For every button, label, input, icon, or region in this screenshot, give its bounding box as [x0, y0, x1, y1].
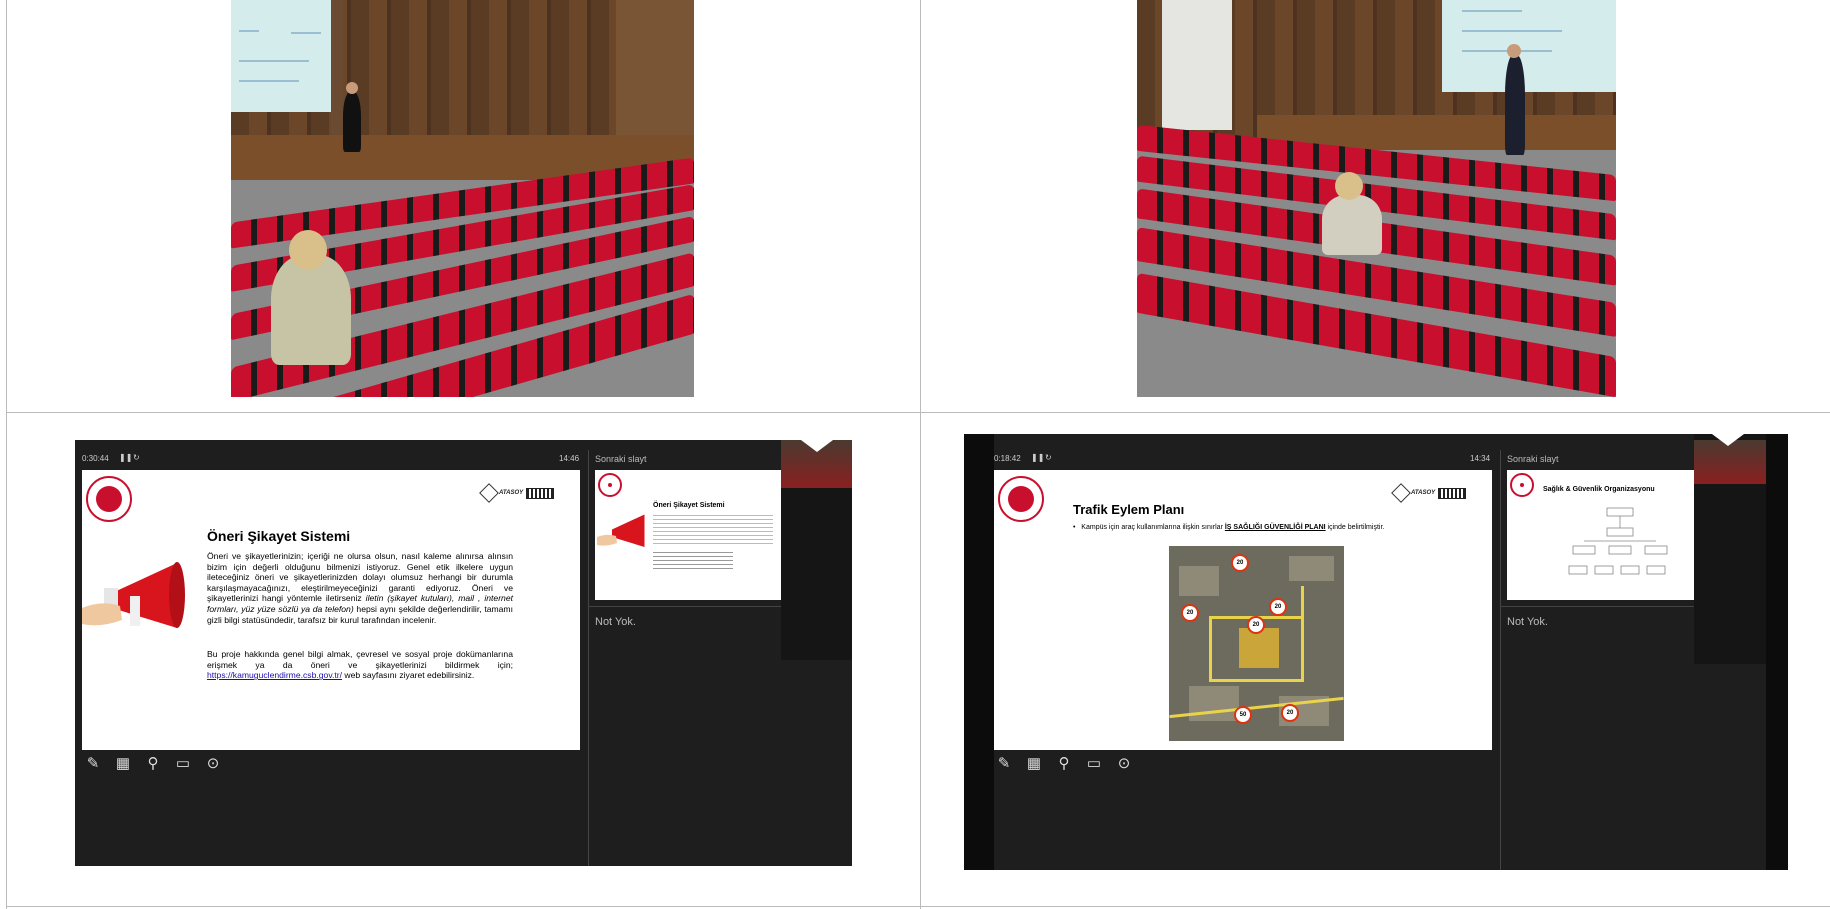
presenter-view-2: 0:18:42 ❚❚ ↻ 14:34 ATASOY Trafik Eylem P… [964, 434, 1788, 870]
megaphone-image [82, 562, 185, 628]
camera-feed [1694, 440, 1766, 484]
reset-timer-icon[interactable]: ↻ [1045, 453, 1052, 462]
clock: 14:34 [1470, 454, 1491, 463]
speaker-notes: Not Yok. [595, 616, 636, 628]
slide-paragraph-1: Öneri ve şikayetlerinizin; içeriği ne ol… [207, 551, 513, 625]
pen-icon[interactable]: ✎ [83, 754, 103, 774]
slides-grid-icon[interactable]: ▦ [113, 754, 133, 774]
screen-icon[interactable]: ▭ [1084, 754, 1104, 774]
more-options-icon[interactable]: ⊙ [1114, 754, 1134, 774]
brand-logo: ATASOY [479, 483, 555, 503]
pause-icon[interactable]: ❚❚ [1031, 453, 1044, 462]
speed-limit-sign: 20 [1247, 616, 1265, 634]
speed-limit-sign: 20 [1231, 554, 1249, 572]
more-options-icon[interactable]: ⊙ [203, 754, 223, 774]
speed-limit-sign: 20 [1281, 704, 1299, 722]
ministry-seal-logo [998, 476, 1044, 522]
next-slide-label: Sonraki slayt [1507, 454, 1559, 464]
brand-logo: ATASOY [1391, 483, 1467, 503]
speed-limit-sign: 50 [1234, 706, 1252, 724]
campus-traffic-map: 20 20 20 20 50 20 [1169, 546, 1344, 741]
seminar-photo-1 [231, 0, 694, 397]
elapsed-timer: 0:30:44 [82, 454, 109, 463]
speed-limit-sign: 20 [1181, 604, 1199, 622]
next-slide-label: Sonraki slayt [595, 454, 647, 464]
project-website-link[interactable]: https://kamuguclendirme.csb.gov.tr/ [207, 670, 342, 680]
pen-icon[interactable]: ✎ [994, 754, 1014, 774]
next-slide-preview[interactable]: Öneri Şikayet Sistemi [595, 470, 783, 600]
speed-limit-sign: 20 [1269, 598, 1287, 616]
slide-title: Trafik Eylem Planı [1073, 502, 1185, 517]
meeting-participants-panel [1694, 434, 1766, 664]
slide-bullet: • Kampüs için araç kullanımlarına ilişki… [1073, 524, 1385, 531]
current-slide: ATASOY Trafik Eylem Planı • Kampüs için … [994, 470, 1492, 750]
presenter-toolbar: ✎ ▦ ⚲ ▭ ⊙ [83, 754, 223, 774]
zoom-icon[interactable]: ⚲ [1054, 754, 1074, 774]
presenter-toolbar: ✎ ▦ ⚲ ▭ ⊙ [994, 754, 1134, 774]
meeting-participants-panel [781, 440, 852, 660]
slide-title: Öneri Şikayet Sistemi [207, 528, 351, 544]
elapsed-timer: 0:18:42 [994, 454, 1021, 463]
current-slide: ATASOY Öneri Şikayet Sistemi Öneri ve şi… [82, 470, 580, 750]
seminar-photo-2 [1137, 0, 1616, 397]
reset-timer-icon[interactable]: ↻ [133, 453, 140, 462]
screen-icon[interactable]: ▭ [173, 754, 193, 774]
presenter-view-1: 0:30:44 ❚❚ ↻ 14:46 ATASOY Öneri Şikayet … [75, 440, 852, 866]
clock: 14:46 [559, 454, 580, 463]
zoom-icon[interactable]: ⚲ [143, 754, 163, 774]
speaker-notes: Not Yok. [1507, 616, 1548, 628]
slide-paragraph-2: Bu proje hakkında genel bilgi almak, çev… [207, 649, 513, 681]
slides-grid-icon[interactable]: ▦ [1024, 754, 1044, 774]
ministry-seal-logo [86, 476, 132, 522]
next-slide-preview[interactable]: Sağlık & Güvenlik Organizasyonu [1507, 470, 1695, 600]
pause-icon[interactable]: ❚❚ [119, 453, 132, 462]
